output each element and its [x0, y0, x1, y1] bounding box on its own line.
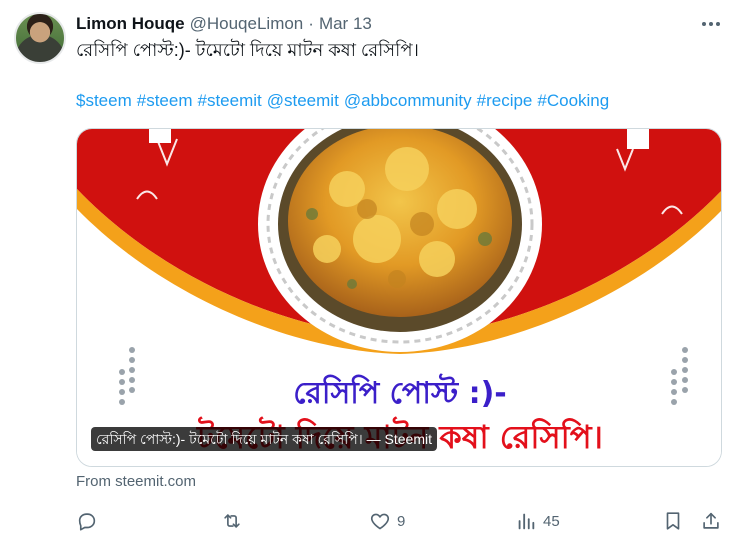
mention-link[interactable]: @steemit — [267, 91, 339, 110]
hashtag-line: $steem #steem #steemit @steemit @abbcommunit… — [76, 90, 614, 112]
share-icon — [703, 512, 719, 529]
mention-link[interactable]: @abbcommunity — [344, 91, 472, 110]
like-count: 9 — [397, 512, 406, 530]
views-count: 45 — [543, 512, 560, 530]
bookmark-button[interactable] — [662, 508, 684, 534]
author-handle[interactable]: @HouqeLimon — [190, 14, 304, 34]
author-name[interactable]: Limon Houqe — [76, 14, 185, 34]
views-icon — [518, 513, 535, 530]
views-button[interactable]: 45 — [515, 508, 560, 534]
heart-icon — [370, 513, 390, 530]
like-button[interactable]: 9 — [369, 508, 405, 534]
tweet-header: Limon Houqe @HouqeLimon · Mar 13 — [76, 13, 372, 35]
hashtag-link[interactable]: $steem — [76, 91, 132, 110]
card-caption-overlay: রেসিপি পোস্ট:)- টমেটো দিয়ে মাটন কষা রেস… — [91, 427, 438, 451]
link-preview-card[interactable]: রেসিপি পোস্ট :)- টমেটো দিয়ে মাটন কষা রে… — [76, 128, 722, 467]
retweet-button[interactable] — [221, 508, 243, 534]
hashtag-link[interactable]: #Cooking — [537, 91, 609, 110]
share-button[interactable] — [700, 508, 722, 534]
hashtag-link[interactable]: #recipe — [477, 91, 533, 110]
hashtag-link[interactable]: #steem — [137, 91, 193, 110]
card-source[interactable]: From steemit.com — [76, 473, 196, 490]
bookmark-icon — [666, 512, 680, 530]
reply-button[interactable] — [76, 508, 98, 534]
retweet-icon — [224, 514, 240, 528]
more-options-icon[interactable] — [697, 13, 725, 35]
separator-dot: · — [308, 14, 314, 33]
tweet-text: রেসিপি পোস্ট:)- টমেটো দিয়ে মাটন কষা রেস… — [76, 40, 419, 60]
avatar[interactable] — [14, 12, 66, 64]
tweet-date[interactable]: Mar 13 — [319, 14, 372, 34]
reply-icon — [78, 513, 96, 531]
hashtag-link[interactable]: #steemit — [198, 91, 262, 110]
